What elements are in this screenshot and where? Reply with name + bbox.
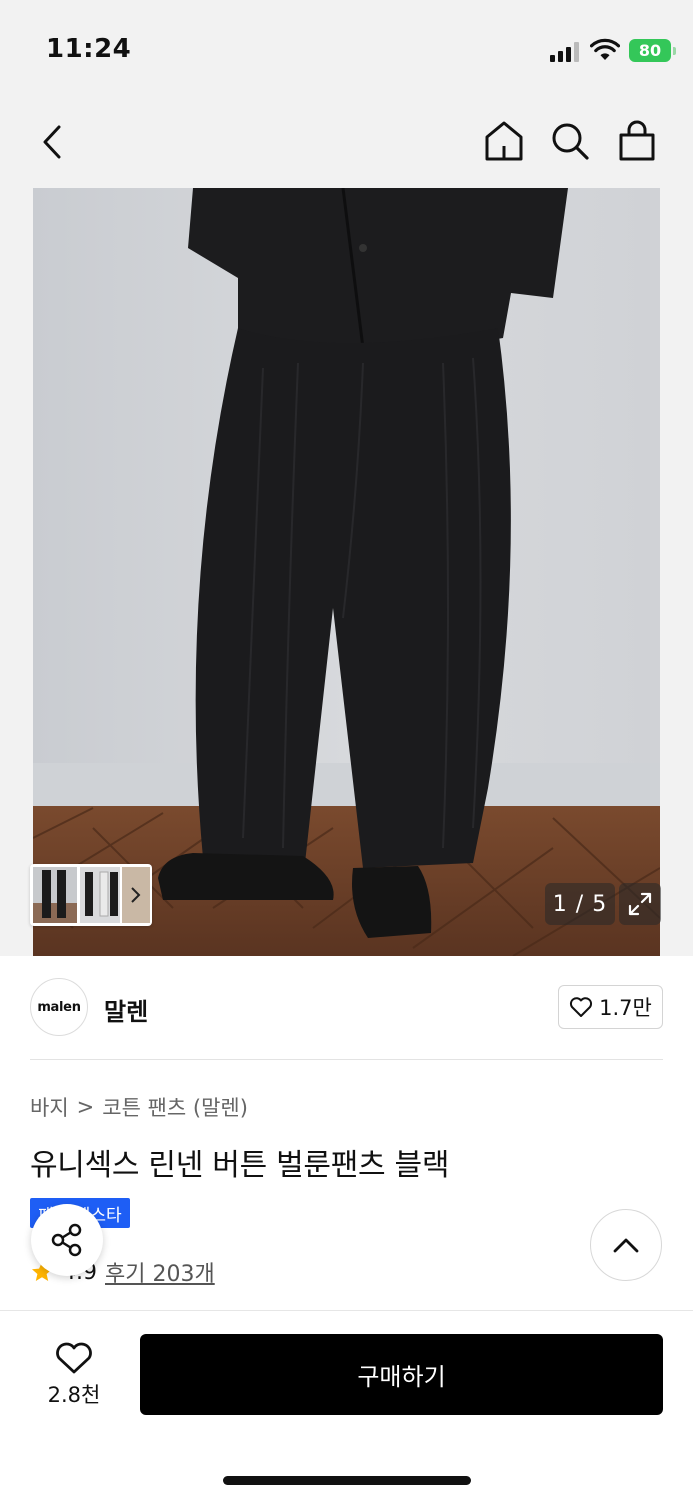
breadcrumb-subcategory[interactable]: 코튼 팬츠 (말렌) bbox=[102, 1092, 248, 1122]
breadcrumb-separator: > bbox=[76, 1095, 95, 1119]
buy-button[interactable]: 구매하기 bbox=[140, 1334, 663, 1415]
home-button[interactable] bbox=[482, 118, 526, 164]
image-counter: 1 / 5 bbox=[545, 883, 615, 925]
chevron-up-icon bbox=[613, 1238, 639, 1253]
home-indicator bbox=[223, 1476, 471, 1485]
search-icon bbox=[552, 123, 589, 160]
expand-button[interactable] bbox=[619, 883, 661, 925]
search-button[interactable] bbox=[548, 118, 592, 164]
back-button[interactable] bbox=[30, 120, 74, 164]
brand-like-count: 1.7만 bbox=[599, 996, 652, 1020]
scroll-top-button[interactable] bbox=[590, 1209, 662, 1281]
battery-level: 80 bbox=[638, 41, 662, 60]
wish-count: 2.8천 bbox=[47, 1383, 101, 1407]
home-icon bbox=[485, 121, 523, 161]
share-icon bbox=[51, 1223, 82, 1257]
wish-button[interactable]: 2.8천 bbox=[30, 1336, 118, 1414]
product-gallery[interactable]: 1 / 5 bbox=[0, 188, 693, 956]
back-icon bbox=[43, 125, 61, 159]
heart-icon bbox=[56, 1342, 92, 1374]
signal-icon bbox=[550, 42, 580, 62]
shopping-bag-icon bbox=[619, 120, 655, 161]
status-bar: 11:24 80 bbox=[0, 0, 693, 100]
product-photo[interactable] bbox=[33, 188, 660, 956]
breadcrumb-category[interactable]: 바지 bbox=[30, 1092, 69, 1122]
brand-like-button[interactable]: 1.7만 bbox=[558, 985, 663, 1029]
heart-icon bbox=[570, 997, 593, 1017]
status-time: 11:24 bbox=[46, 34, 132, 64]
battery-icon: 80 bbox=[629, 39, 676, 62]
brand-logo[interactable]: malen bbox=[30, 978, 88, 1036]
divider bbox=[30, 1059, 663, 1060]
share-button[interactable] bbox=[31, 1204, 103, 1276]
breadcrumb: 바지 > 코튼 팬츠 (말렌) bbox=[30, 1092, 248, 1122]
cart-button[interactable] bbox=[615, 118, 659, 164]
wifi-icon bbox=[590, 38, 620, 60]
chevron-right-icon[interactable] bbox=[130, 886, 142, 904]
thumbnail-strip[interactable] bbox=[30, 864, 152, 926]
nav-bar bbox=[0, 100, 693, 188]
review-link[interactable]: 후기 203개 bbox=[105, 1256, 215, 1288]
expand-icon bbox=[628, 892, 652, 916]
brand-name[interactable]: 말렌 bbox=[104, 992, 148, 1027]
product-title: 유니섹스 린넨 버튼 벌룬팬츠 블랙 bbox=[30, 1148, 450, 1183]
